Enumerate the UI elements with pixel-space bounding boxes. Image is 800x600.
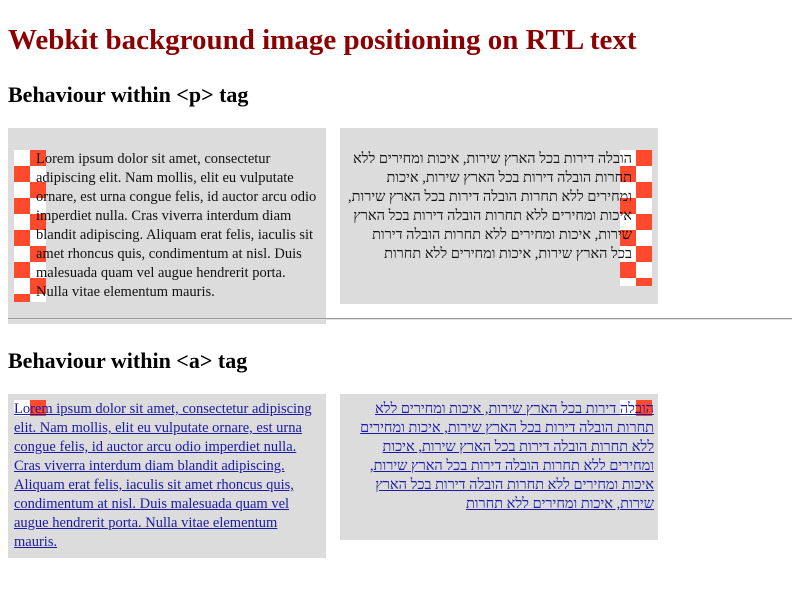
a-rtl-box: הובלה דירות בכל הארץ שירות, איכות ומחירי… [340,394,658,540]
ltr-link[interactable]: Lorem ipsum dolor sit amet, consectetur … [14,400,320,552]
p-rtl-box: הובלה דירות בכל הארץ שירות, איכות ומחירי… [340,128,658,304]
a-ltr-box: Lorem ipsum dolor sit amet, consectetur … [8,394,326,558]
p-ltr-box: Lorem ipsum dolor sit amet, consectetur … [8,128,326,324]
divider [8,318,792,320]
page-title: Webkit background image positioning on R… [8,24,637,56]
section-heading-p-tag: Behaviour within <p> tag [8,82,249,107]
rtl-link[interactable]: הובלה דירות בכל הארץ שירות, איכות ומחירי… [348,400,654,514]
ltr-paragraph: Lorem ipsum dolor sit amet, consectetur … [36,151,317,300]
rtl-paragraph: הובלה דירות בכל הארץ שירות, איכות ומחירי… [348,151,632,262]
section-heading-a-tag: Behaviour within <a> tag [8,348,248,373]
